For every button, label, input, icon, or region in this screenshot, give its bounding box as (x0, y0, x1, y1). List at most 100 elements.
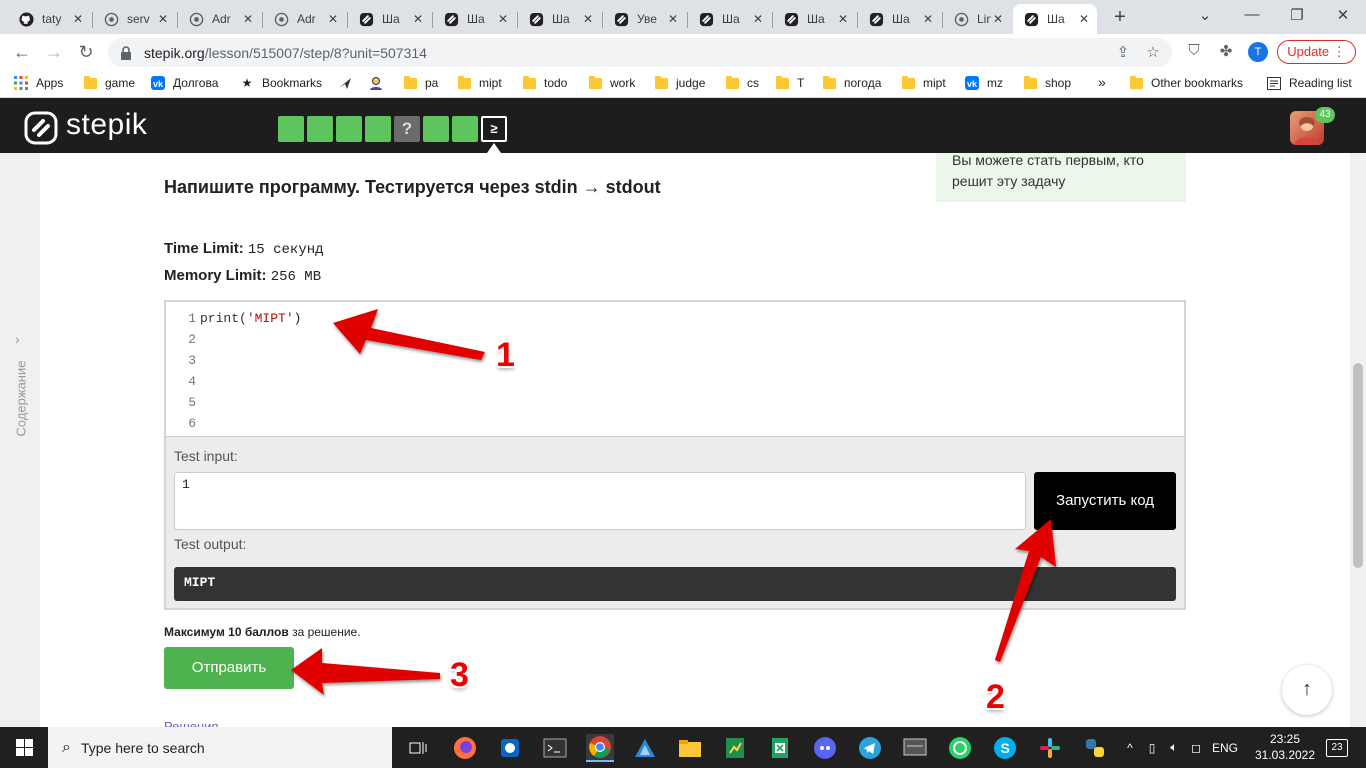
network-icon[interactable]: ◻ (1185, 741, 1207, 755)
bookmark-folder[interactable]: cs (725, 75, 759, 90)
firefox-icon[interactable] (451, 734, 479, 762)
browser-tab[interactable]: Adr ✕ (263, 4, 346, 34)
sheet-app-icon[interactable] (721, 734, 749, 762)
browser-tab-active[interactable]: Ша ✕ (1013, 4, 1097, 34)
monitor-app-icon[interactable] (901, 734, 929, 762)
close-icon[interactable]: ✕ (751, 12, 765, 26)
close-icon[interactable]: ✕ (71, 12, 85, 26)
solutions-link[interactable]: Решения (164, 720, 218, 727)
chevron-up-icon[interactable]: ^ (1119, 741, 1141, 755)
stepik-logo-text[interactable]: stepik (66, 108, 147, 142)
scroll-to-top-button[interactable]: ↑ (1282, 665, 1332, 715)
step-2[interactable] (307, 116, 333, 142)
browser-tab[interactable]: Ша ✕ (688, 4, 771, 34)
close-icon[interactable]: ✕ (581, 12, 595, 26)
step-6[interactable] (423, 116, 449, 142)
shield-extension-icon[interactable]: ⛉ (1184, 42, 1204, 62)
task-view-icon[interactable] (404, 734, 432, 762)
language-indicator[interactable]: ENG (1207, 741, 1243, 755)
lock-icon[interactable] (120, 45, 136, 60)
share-icon[interactable]: ⇪ (1114, 43, 1132, 61)
step-8-current[interactable]: ≥ (481, 116, 507, 142)
close-icon[interactable]: ✕ (156, 12, 170, 26)
reload-icon[interactable]: ↻ (76, 42, 96, 62)
bookmarks-overflow-button[interactable]: » (1098, 74, 1106, 90)
new-tab-button[interactable]: + (1108, 6, 1132, 30)
step-5[interactable]: ? (394, 116, 420, 142)
browser-tab[interactable]: Ша ✕ (433, 4, 516, 34)
bookmark-item[interactable]: ★ Bookmarks (240, 76, 322, 90)
close-icon[interactable]: ✕ (836, 12, 850, 26)
bookmark-item[interactable]: vk mz (965, 76, 1003, 90)
telegram-icon[interactable] (856, 734, 884, 762)
close-icon[interactable]: ✕ (241, 12, 255, 26)
discord-icon[interactable] (811, 734, 839, 762)
address-bar[interactable]: stepik.org/lesson/515007/step/8?unit=507… (108, 38, 1172, 67)
code-line-1[interactable]: print('MIPT') (200, 308, 301, 329)
volume-icon[interactable]: 🔈︎ (1163, 740, 1185, 755)
step-4[interactable] (365, 116, 391, 142)
cloud-app-icon[interactable] (631, 734, 659, 762)
scrollbar-thumb[interactable] (1353, 363, 1363, 568)
browser-tab[interactable]: Ша ✕ (348, 4, 431, 34)
bookmark-folder[interactable]: погода (822, 75, 881, 90)
device-icon[interactable]: ▯ (1141, 741, 1163, 755)
terminal-icon[interactable] (541, 734, 569, 762)
browser-tab[interactable]: Уве ✕ (603, 4, 686, 34)
bookmark-item[interactable]: vk Долгова (151, 76, 218, 90)
close-icon[interactable]: ✕ (921, 12, 935, 26)
browser-tab[interactable]: taty ✕ (8, 4, 91, 34)
forward-icon[interactable]: → (44, 42, 64, 62)
step-7[interactable] (452, 116, 478, 142)
bookmark-folder[interactable]: pa (403, 75, 438, 90)
bookmark-folder[interactable]: mipt (457, 75, 502, 90)
code-editor[interactable]: 1 2 3 4 5 6 print('MIPT') (166, 302, 1184, 437)
browser-tab[interactable]: Lin ✕ (943, 4, 1011, 34)
taskbar-clock[interactable]: 23:25 31.03.2022 (1254, 731, 1316, 763)
profile-avatar[interactable]: T (1248, 42, 1268, 62)
tab-search-icon[interactable]: ⌄ (1195, 6, 1215, 24)
file-explorer-icon[interactable] (676, 734, 704, 762)
close-icon[interactable]: ✕ (1077, 12, 1091, 26)
close-icon[interactable]: ✕ (666, 12, 680, 26)
browser-tab[interactable]: Adr ✕ (178, 4, 261, 34)
reading-list[interactable]: Reading list (1267, 76, 1352, 90)
skype-icon[interactable]: S (991, 734, 1019, 762)
close-icon[interactable]: ✕ (991, 12, 1005, 26)
browser-tab[interactable]: Ша ✕ (858, 4, 941, 34)
python-icon[interactable] (1081, 734, 1109, 762)
contents-sidebar-toggle[interactable]: › Содержание (8, 329, 34, 439)
bookmark-folder[interactable]: work (588, 75, 635, 90)
close-icon[interactable]: ✕ (496, 12, 510, 26)
bookmark-folder[interactable]: judge (654, 75, 705, 90)
step-3[interactable] (336, 116, 362, 142)
close-icon[interactable]: ✕ (326, 12, 340, 26)
windows-start-button[interactable] (0, 727, 48, 768)
other-bookmarks[interactable]: Other bookmarks (1129, 75, 1243, 90)
slack-icon[interactable] (1036, 734, 1064, 762)
bookmark-folder[interactable]: todo (522, 75, 567, 90)
bookmark-folder[interactable]: game (83, 75, 135, 90)
close-icon[interactable]: ✕ (411, 12, 425, 26)
step-1[interactable] (278, 116, 304, 142)
bookmark-item[interactable] (338, 76, 360, 90)
excel-icon[interactable] (766, 734, 794, 762)
browser-tab[interactable]: serv ✕ (93, 4, 176, 34)
extensions-puzzle-icon[interactable]: ✤ (1216, 42, 1236, 62)
back-icon[interactable]: ← (12, 42, 32, 62)
notification-center-icon[interactable]: 23 (1326, 739, 1348, 757)
test-input-field[interactable]: 1 (174, 472, 1026, 530)
minimize-button[interactable]: — (1242, 6, 1262, 23)
chrome-icon[interactable] (586, 734, 614, 762)
whatsapp-icon[interactable] (946, 734, 974, 762)
browser-tab[interactable]: Ша ✕ (518, 4, 601, 34)
outlook-icon[interactable] (496, 734, 524, 762)
bookmark-item[interactable] (369, 76, 391, 90)
bookmark-folder[interactable]: shop (1023, 75, 1071, 90)
browser-tab[interactable]: Ша ✕ (773, 4, 856, 34)
stepik-logo-icon[interactable] (24, 111, 58, 145)
close-window-button[interactable]: ✕ (1333, 6, 1353, 24)
page-scrollbar[interactable] (1350, 153, 1366, 727)
bookmark-item[interactable]: Apps (14, 76, 63, 90)
bookmark-folder[interactable]: mipt (901, 75, 946, 90)
